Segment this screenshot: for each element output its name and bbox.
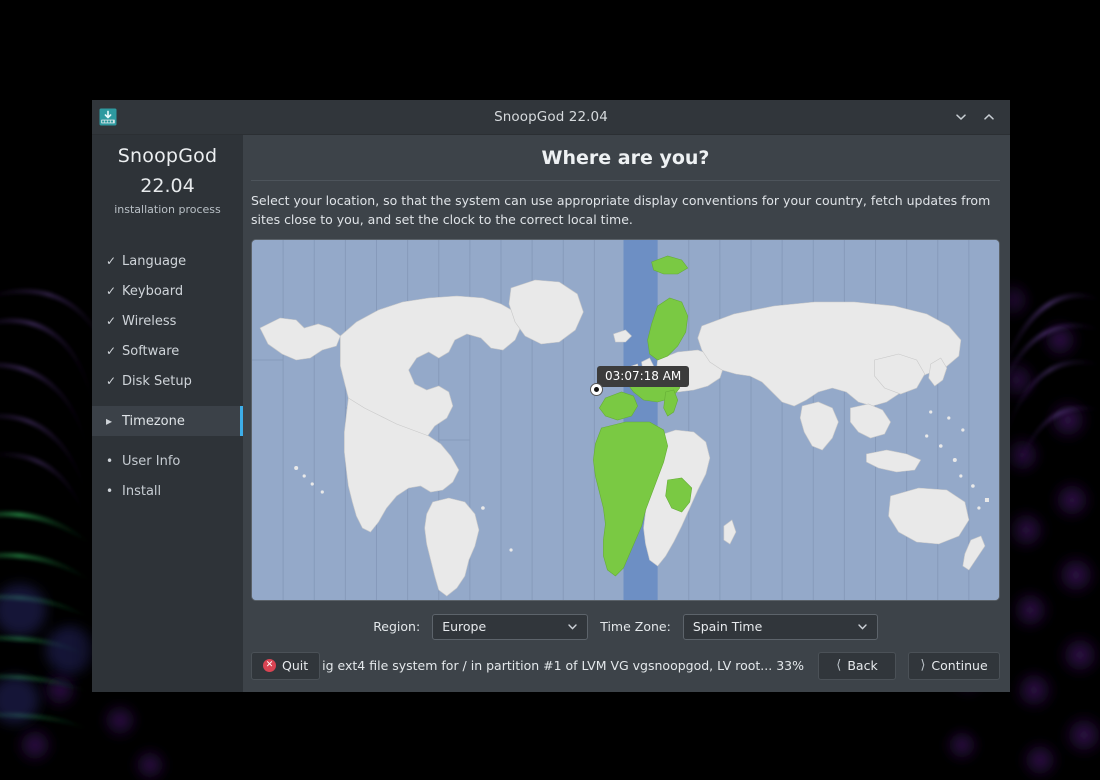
sidebar-item-software[interactable]: ✓ Software [92,336,243,366]
timezone-label: Time Zone: [600,619,671,634]
chevron-down-icon [856,615,869,639]
back-label: Back [847,658,878,673]
sidebar-item-label: Disk Setup [122,373,192,389]
window-title: SnoopGod 22.04 [494,109,608,125]
sidebar-item-wireless[interactable]: ✓ Wireless [92,306,243,336]
sidebar-item-keyboard[interactable]: ✓ Keyboard [92,276,243,306]
quit-label: Quit [282,658,309,673]
sidebar-item-disk-setup[interactable]: ✓ Disk Setup [92,366,243,396]
check-icon: ✓ [106,344,117,358]
sidebar-item-label: User Info [122,453,181,469]
timezone-value: Spain Time [692,619,763,634]
back-button[interactable]: ⟨ Back [818,651,896,680]
sidebar-item-label: Install [122,483,162,499]
quit-button[interactable]: ✕ Quit [251,651,321,680]
installer-icon [99,108,117,126]
sidebar-item-label: Timezone [122,413,185,429]
sidebar-item-timezone[interactable]: ▸ Timezone [92,406,243,436]
sidebar-item-user-info[interactable]: • User Info [92,446,243,476]
timezone-select[interactable]: Spain Time [682,613,878,640]
chevron-right-icon: ⟩ [920,658,926,673]
continue-button[interactable]: ⟩ Continue [908,651,1000,680]
chevron-left-icon: ⟨ [836,658,842,673]
window-controls [948,104,1002,130]
brand-version: 22.04 [140,175,195,197]
step-separator [92,396,243,406]
location-marker[interactable] [590,382,603,396]
sidebar-item-label: Software [122,343,180,359]
window-titlebar[interactable]: SnoopGod 22.04 [92,100,1010,135]
chevron-down-icon [566,615,579,639]
installer-steps: ✓ Language ✓ Keyboard ✓ Wireless ✓ Softw… [92,246,243,506]
sidebar-item-label: Language [122,253,187,269]
desktop: SnoopGod 22.04 SnoopGod 22.04 installati… [0,0,1100,780]
continue-label: Continue [931,658,988,673]
chevron-down-icon[interactable] [948,104,974,130]
page-title: Where are you? [251,135,1000,181]
brand-name: SnoopGod [117,145,218,167]
location-selectors: Region: Europe Time Zone: Spain Time [249,601,1002,652]
main-content: Where are you? Select your location, so … [243,135,1010,692]
sidebar-item-install[interactable]: • Install [92,476,243,506]
bullet-icon: • [106,484,114,498]
region-label: Region: [373,619,421,634]
sidebar-item-language[interactable]: ✓ Language [92,246,243,276]
region-select[interactable]: Europe [432,613,589,640]
check-icon: ✓ [106,254,117,268]
page-description: Select your location, so that the system… [251,193,991,227]
brand-block: SnoopGod 22.04 installation process [92,145,243,216]
step-separator [92,436,243,446]
check-icon: ✓ [106,314,117,328]
check-icon: ✓ [106,374,117,388]
triangle-right-icon: ▸ [106,414,113,428]
sidebar-item-label: Keyboard [122,283,184,299]
footer-bar: ✕ Quit ig ext4 file system for / in part… [249,651,1002,691]
chevron-up-icon[interactable] [976,104,1002,130]
timezone-map[interactable]: 03:07:18 AM [251,238,1000,601]
region-value: Europe [442,619,487,634]
bullet-icon: • [106,454,114,468]
check-icon: ✓ [106,284,117,298]
time-tooltip: 03:07:18 AM [597,365,690,387]
installer-window: SnoopGod 22.04 SnoopGod 22.04 installati… [92,100,1010,692]
brand-subtitle: installation process [114,203,221,216]
error-circle-icon: ✕ [263,659,276,672]
sidebar: SnoopGod 22.04 installation process ✓ La… [92,135,243,692]
sidebar-item-label: Wireless [122,313,177,329]
install-status-text: ig ext4 file system for / in partition #… [322,658,804,673]
